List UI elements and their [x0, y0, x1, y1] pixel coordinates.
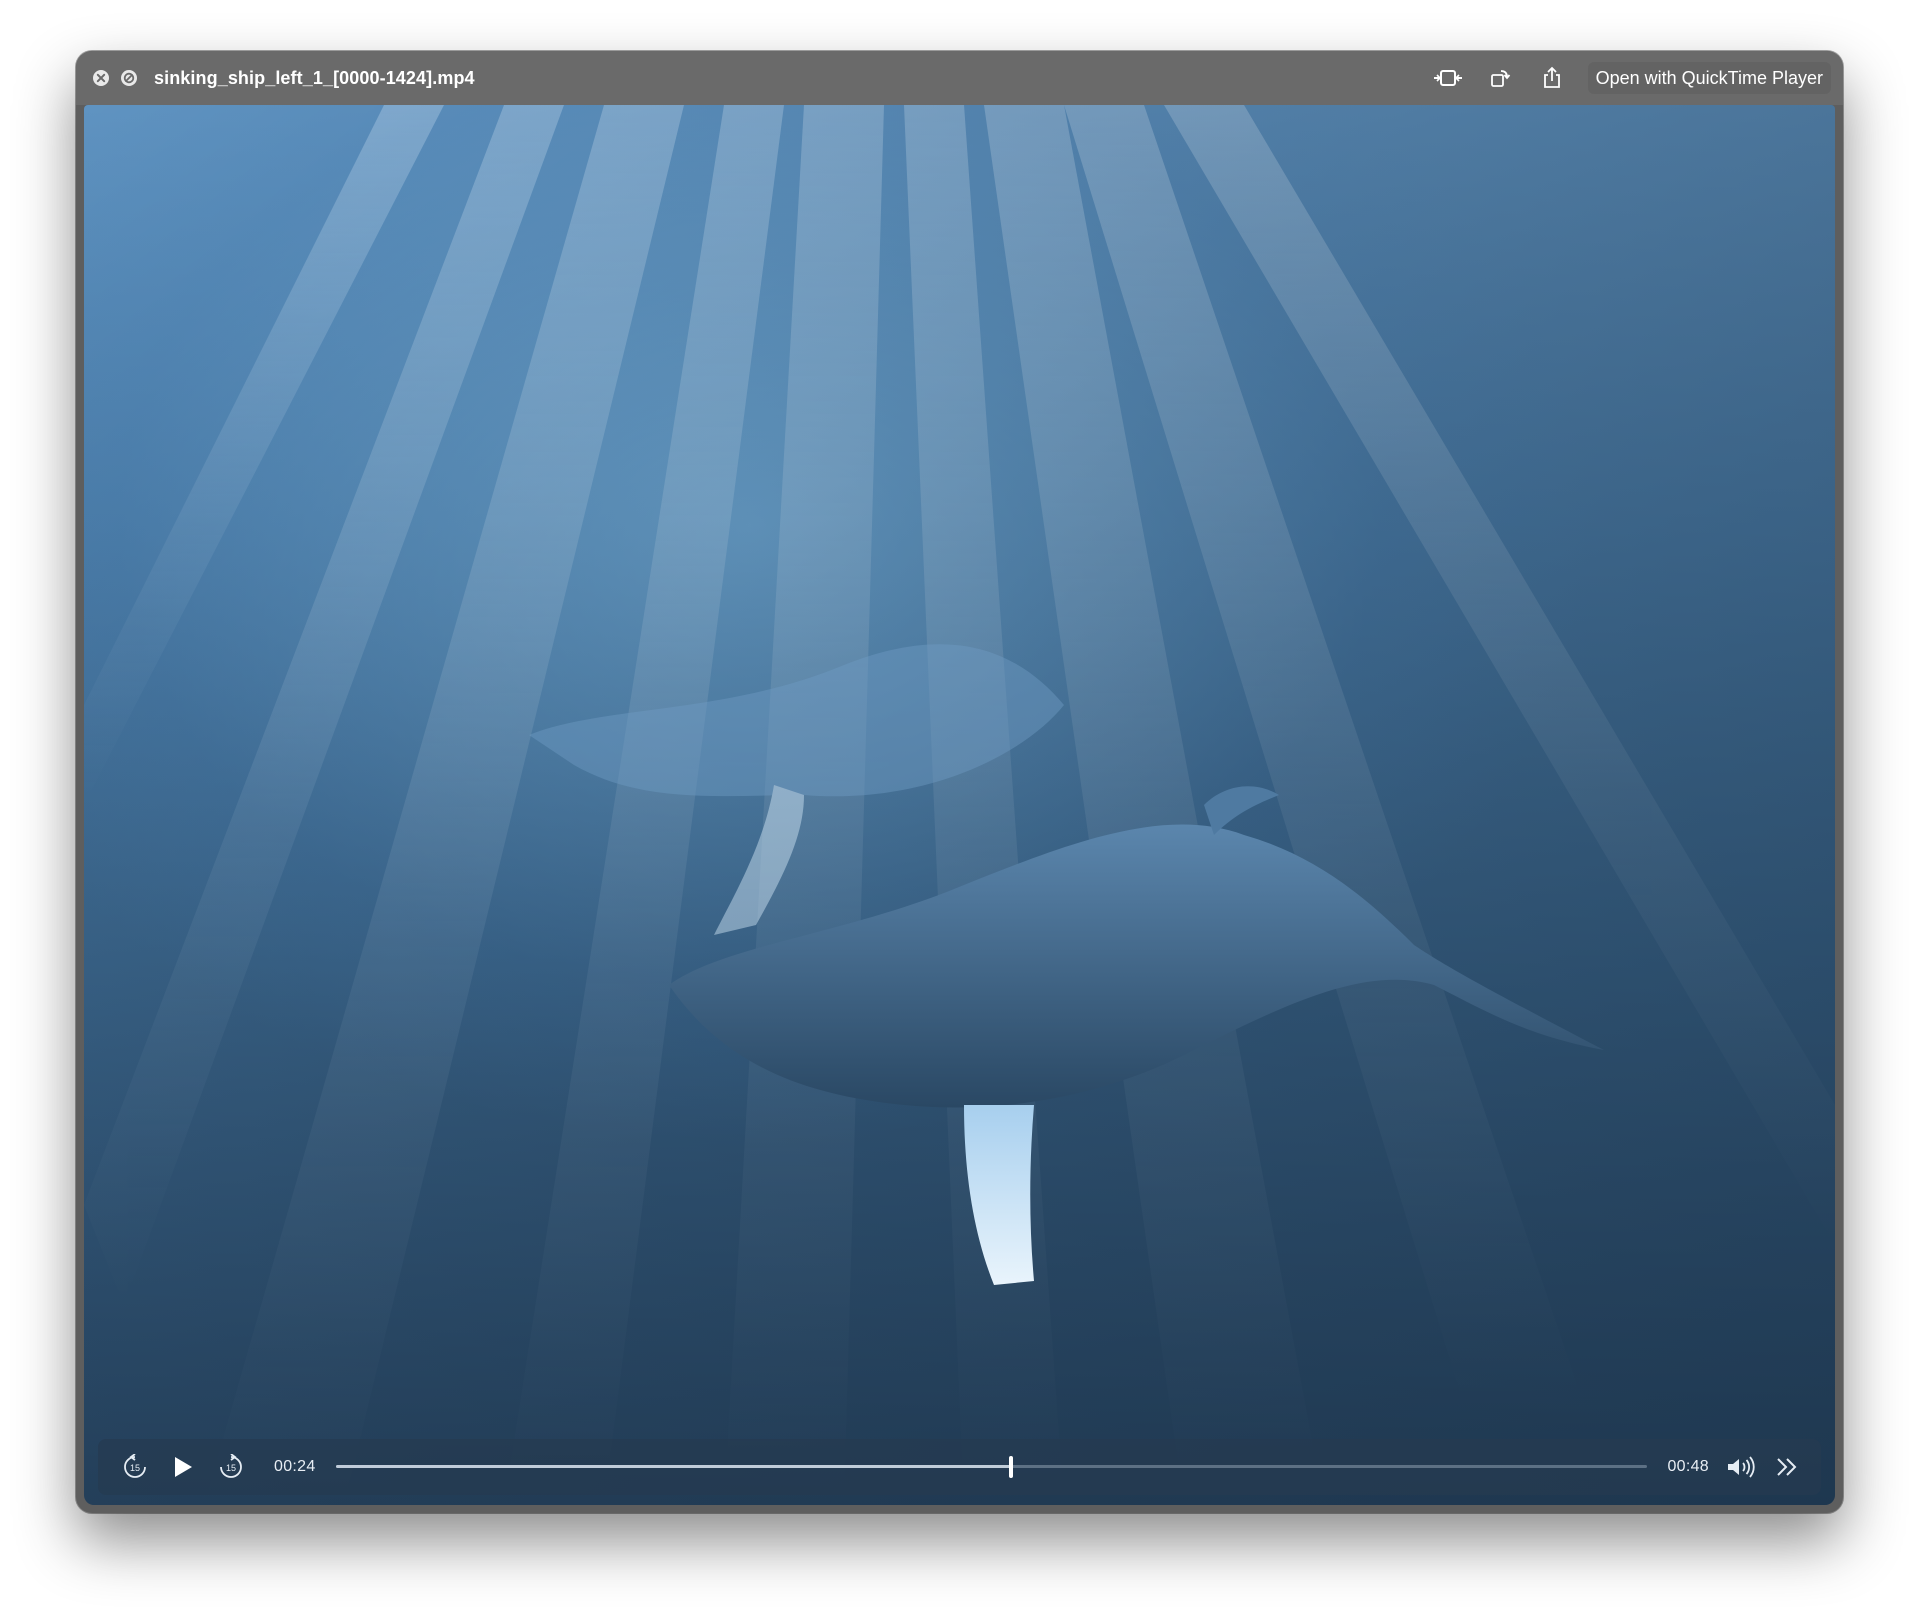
- scrubber[interactable]: [335, 1453, 1648, 1481]
- title-bar-actions: Open with QuickTime Player: [1416, 51, 1843, 105]
- open-with-quicktime-button[interactable]: Open with QuickTime Player: [1587, 62, 1831, 94]
- playback-controls: 15 15 00:24 00:48: [98, 1439, 1821, 1495]
- trim-button[interactable]: [1428, 61, 1468, 95]
- skip-forward-label: 15: [226, 1463, 236, 1473]
- volume-button[interactable]: [1721, 1439, 1761, 1495]
- window-title: sinking_ship_left_1_[0000-1424].mp4: [154, 67, 475, 88]
- skip-back-15-button[interactable]: 15: [114, 1439, 156, 1495]
- close-button[interactable]: [92, 69, 110, 87]
- more-controls-button[interactable]: [1767, 1439, 1807, 1495]
- chevrons-right-icon: [1777, 1458, 1797, 1476]
- skip-forward-15-icon: 15: [220, 1454, 242, 1478]
- scrubber-handle[interactable]: [1009, 1456, 1014, 1478]
- skip-forward-15-button[interactable]: 15: [210, 1439, 252, 1495]
- skip-back-15-icon: 15: [124, 1454, 146, 1478]
- trim-icon: [1433, 70, 1462, 86]
- rotate-button[interactable]: [1480, 61, 1520, 95]
- quick-look-window: sinking_ship_left_1_[0000-1424].mp4 Open…: [76, 51, 1843, 1513]
- rotate-icon: [1490, 70, 1510, 87]
- current-time: 00:24: [274, 1458, 316, 1475]
- play-button[interactable]: [160, 1439, 206, 1495]
- skip-back-label: 15: [130, 1463, 140, 1473]
- play-icon: [175, 1457, 192, 1477]
- prohibited-button[interactable]: [120, 69, 138, 87]
- title-bar: sinking_ship_left_1_[0000-1424].mp4 Open…: [76, 51, 1843, 105]
- total-time: 00:48: [1667, 1458, 1709, 1475]
- share-button[interactable]: [1532, 61, 1572, 95]
- video-frame[interactable]: 15 15 00:24 00:48: [84, 105, 1835, 1505]
- close-circle-icon: [93, 70, 109, 86]
- share-icon: [1543, 66, 1560, 88]
- prohibited-icon: [121, 70, 137, 86]
- volume-icon: [1728, 1456, 1755, 1478]
- scrubber-fill: [335, 1465, 1012, 1468]
- video-scene-image: [84, 105, 1835, 1505]
